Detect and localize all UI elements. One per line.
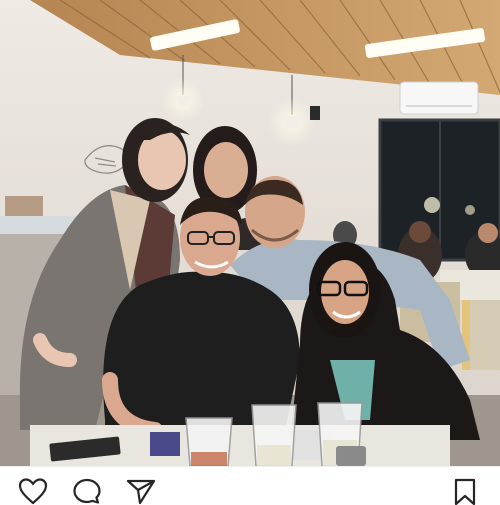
share-icon [126,479,156,505]
like-button[interactable] [16,477,50,505]
group-photo-illustration [0,0,500,466]
post-photo[interactable] [0,0,500,466]
drinking-glass [185,417,233,466]
person-face [204,142,248,198]
drinking-glass [251,404,297,466]
save-button[interactable] [448,477,482,505]
comment-button[interactable] [70,477,104,505]
share-button[interactable] [124,477,158,505]
bookmark-icon [454,478,476,505]
comment-icon [73,478,101,504]
post-action-bar [0,466,500,505]
air-conditioner [399,81,479,115]
heart-icon [18,478,48,505]
